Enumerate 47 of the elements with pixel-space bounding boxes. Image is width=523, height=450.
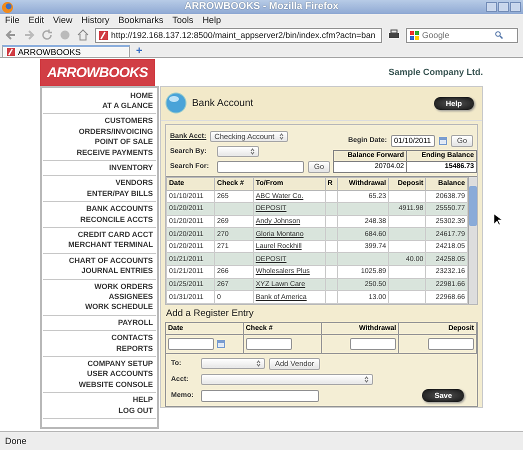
minimize-button[interactable] (486, 2, 497, 12)
payee-select[interactable] (201, 358, 265, 370)
search-bar[interactable]: Google (406, 28, 518, 43)
forward-icon[interactable] (23, 29, 35, 42)
firefox-logo-icon (2, 2, 13, 13)
section-title: Add a Register Entry (165, 306, 255, 321)
menu-item[interactable]: History (81, 14, 110, 25)
search-icon[interactable] (495, 31, 503, 40)
home-icon[interactable] (77, 29, 89, 42)
search-for-field[interactable] (217, 160, 304, 172)
close-button[interactable] (510, 2, 521, 12)
address-field[interactable]: http://192.168.137.12:8500/maint_appserver2/bin/index.cfm?actn=ban (95, 28, 382, 43)
updown-icon (256, 360, 261, 368)
window-title: ARROWBOOKS - Mozilla Firefox (184, 1, 338, 12)
browser-tab[interactable]: ARROWBOOKS (2, 44, 130, 56)
check-number-field[interactable] (246, 338, 292, 350)
menu-item[interactable]: Bookmarks (118, 14, 164, 25)
menu-item[interactable]: Help (202, 14, 221, 25)
site-icon (99, 30, 108, 40)
deposit-field[interactable] (428, 338, 474, 350)
new-tab-button[interactable]: + (136, 44, 142, 56)
menu-item[interactable]: Edit (28, 14, 44, 25)
search-engine-icon (410, 30, 419, 40)
back-icon[interactable] (5, 29, 17, 42)
menu-item[interactable]: File (5, 14, 20, 25)
date-field[interactable] (168, 338, 214, 350)
maximize-button[interactable] (498, 2, 509, 12)
account-select[interactable] (201, 374, 373, 386)
updown-icon (250, 148, 255, 155)
stop-icon[interactable] (59, 29, 71, 42)
status-text: Done (0, 430, 523, 450)
company-name: Sample Company Ltd. (388, 67, 483, 77)
updown-icon (364, 376, 369, 384)
search-by-select[interactable] (217, 146, 259, 157)
logo: ARROWBOOKS (40, 58, 155, 86)
scrollbar[interactable] (468, 176, 477, 304)
reload-icon[interactable] (41, 29, 53, 42)
calendar-icon[interactable] (438, 136, 447, 144)
site-icon (7, 48, 15, 56)
updown-icon (279, 133, 284, 140)
mouse-cursor-icon (494, 214, 502, 226)
withdrawal-field[interactable] (350, 338, 396, 350)
menu-item[interactable]: Tools (172, 14, 194, 25)
calendar-icon[interactable] (217, 340, 225, 348)
menu-item[interactable]: View (53, 14, 72, 25)
panel-title: Bank Account (192, 98, 254, 108)
memo-field[interactable] (201, 390, 319, 402)
